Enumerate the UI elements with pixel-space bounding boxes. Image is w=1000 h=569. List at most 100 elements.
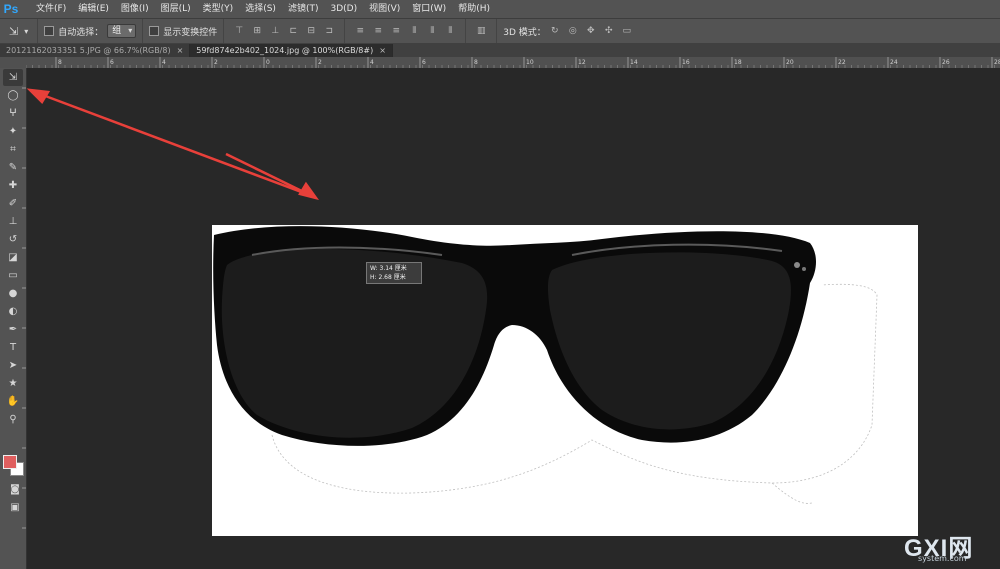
document-tabs: 20121162033351 5.JPG @ 66.7%(RGB/8) × 59… xyxy=(0,43,1000,57)
ruler-label: 2 xyxy=(318,59,322,66)
tool-preset-picker[interactable]: ⇲ ▾ xyxy=(0,19,39,43)
ruler-label: 0 xyxy=(266,59,270,66)
measurement-tooltip: W: 3.14 厘米 H: 2.68 厘米 xyxy=(366,262,422,284)
site-watermark: GXI网 system.com xyxy=(900,528,1000,569)
menu-help[interactable]: 帮助(H) xyxy=(452,0,496,18)
menu-window[interactable]: 窗口(W) xyxy=(406,0,452,18)
auto-select-dropdown[interactable]: 组 xyxy=(107,24,137,38)
menu-image[interactable]: 图像(I) xyxy=(115,0,155,18)
3d-rotate-icon[interactable]: ↻ xyxy=(549,25,561,37)
crop-tool-icon[interactable]: ⌗ xyxy=(3,141,23,158)
ruler-label: 6 xyxy=(110,59,114,66)
distribute-right-icon[interactable]: ⦀ xyxy=(444,25,456,37)
ruler-label: 4 xyxy=(370,59,374,66)
zoom-tool-icon[interactable]: ⚲ xyxy=(3,411,23,428)
3d-slide-icon[interactable]: ✣ xyxy=(603,25,615,37)
marquee-tool-icon[interactable]: ◯ xyxy=(3,87,23,104)
3d-drag-icon[interactable]: ✥ xyxy=(585,25,597,37)
menu-layer[interactable]: 图层(L) xyxy=(155,0,197,18)
gradient-tool-icon[interactable]: ▭ xyxy=(3,267,23,284)
document-canvas[interactable] xyxy=(174,215,918,536)
align-hcenter-icon[interactable]: ⊟ xyxy=(305,25,317,37)
lasso-tool-icon[interactable]: ⵖ xyxy=(3,105,23,122)
eraser-tool-icon[interactable]: ◪ xyxy=(3,249,23,266)
hand-tool-icon[interactable]: ✋ xyxy=(3,393,23,410)
3d-roll-icon[interactable]: ◎ xyxy=(567,25,579,37)
healing-brush-tool-icon[interactable]: ✚ xyxy=(3,177,23,194)
color-swatches[interactable] xyxy=(3,455,25,477)
options-bar: ⇲ ▾ 自动选择： 组 显示变换控件 ⊤ ⊞ ⊥ ⊏ ⊟ ⊐ ≡ ≡ ≡ ⦀ ⦀… xyxy=(0,18,1000,44)
ruler-label: 24 xyxy=(890,59,898,66)
ruler-label: 18 xyxy=(734,59,742,66)
align-bottom-icon[interactable]: ⊥ xyxy=(269,25,281,37)
menu-bar: Ps 文件(F) 编辑(E) 图像(I) 图层(L) 类型(Y) 选择(S) 滤… xyxy=(0,0,1000,18)
brush-tool-icon[interactable]: ✐ xyxy=(3,195,23,212)
ruler-corner[interactable] xyxy=(0,57,26,68)
distribute-top-icon[interactable]: ≡ xyxy=(354,25,366,37)
photoshop-logo: Ps xyxy=(3,2,19,16)
path-selection-tool-icon[interactable]: ➤ xyxy=(3,357,23,374)
move-tool-icon[interactable]: ⇲ xyxy=(3,69,23,86)
clone-stamp-tool-icon[interactable]: ⊥ xyxy=(3,213,23,230)
ruler-label: 14 xyxy=(630,59,638,66)
auto-select-checkbox[interactable] xyxy=(44,26,55,36)
blur-tool-icon[interactable]: ● xyxy=(3,285,23,302)
ruler-label: 8 xyxy=(474,59,478,66)
align-left-icon[interactable]: ⊏ xyxy=(287,25,299,37)
auto-select-label: 自动选择： xyxy=(58,27,104,38)
dodge-tool-icon[interactable]: ◐ xyxy=(3,303,23,320)
ruler-label: 10 xyxy=(526,59,534,66)
ruler-label: 20 xyxy=(786,59,794,66)
tab-document-2[interactable]: 59fd874e2b402_1024.jpg @ 100%(RGB/8#) × xyxy=(190,44,393,57)
measure-height: H: 2.68 厘米 xyxy=(370,274,406,281)
menu-type[interactable]: 类型(Y) xyxy=(197,0,240,18)
shape-tool-icon[interactable]: ★ xyxy=(3,375,23,392)
distribute-left-icon[interactable]: ⦀ xyxy=(408,25,420,37)
ruler-label: 8 xyxy=(58,59,62,66)
distribute-vcenter-icon[interactable]: ≡ xyxy=(372,25,384,37)
quick-mask-icon[interactable]: ◙ xyxy=(5,481,25,498)
eyedropper-tool-icon[interactable]: ✎ xyxy=(3,159,23,176)
show-transform-checkbox[interactable] xyxy=(149,26,160,36)
ruler-label: 4 xyxy=(162,59,166,66)
tab-title: 20121162033351 5.JPG @ 66.7%(RGB/8) xyxy=(6,46,171,55)
menu-select[interactable]: 选择(S) xyxy=(239,0,282,18)
3d-camera-icon[interactable]: ▭ xyxy=(621,25,633,37)
watermark-domain: system.com xyxy=(918,554,967,563)
distribute-hcenter-icon[interactable]: ⦀ xyxy=(426,25,438,37)
3d-mode-label: 3D 模式： xyxy=(503,27,546,38)
ruler-label: 28 xyxy=(994,59,1000,66)
ruler-label: 12 xyxy=(578,59,586,66)
tab-document-1[interactable]: 20121162033351 5.JPG @ 66.7%(RGB/8) × xyxy=(0,44,191,57)
tools-panel: ⇲ ◯ ⵖ ✦ ⌗ ✎ ✚ ✐ ⊥ ↺ ◪ ▭ ● ◐ ✒ T ➤ ★ ✋ ⚲ xyxy=(2,68,24,518)
auto-align-icon[interactable]: ▥ xyxy=(475,25,487,37)
align-top-icon[interactable]: ⊤ xyxy=(233,25,245,37)
ruler-label: 22 xyxy=(838,59,846,66)
menu-filter[interactable]: 滤镜(T) xyxy=(282,0,325,18)
menu-3d[interactable]: 3D(D) xyxy=(324,0,363,18)
menu-edit[interactable]: 编辑(E) xyxy=(72,0,115,18)
distribute-bottom-icon[interactable]: ≡ xyxy=(390,25,402,37)
ruler-label: 16 xyxy=(682,59,690,66)
sunglasses-image xyxy=(174,215,878,504)
close-icon[interactable]: × xyxy=(177,44,184,57)
pen-tool-icon[interactable]: ✒ xyxy=(3,321,23,338)
measure-width: W: 3.14 厘米 xyxy=(370,265,407,272)
ruler-ticks: 8 6 4 2 0 2 4 6 8 10 12 14 16 18 20 22 24 26 28 xyxy=(25,57,1000,68)
history-brush-tool-icon[interactable]: ↺ xyxy=(3,231,23,248)
menu-view[interactable]: 视图(V) xyxy=(363,0,406,18)
align-right-icon[interactable]: ⊐ xyxy=(323,25,335,37)
chevron-down-icon: ▾ xyxy=(24,26,29,36)
ruler-label: 26 xyxy=(942,59,950,66)
menu-file[interactable]: 文件(F) xyxy=(30,0,72,18)
tab-title: 59fd874e2b402_1024.jpg @ 100%(RGB/8#) xyxy=(196,46,374,55)
magic-wand-tool-icon[interactable]: ✦ xyxy=(3,123,23,140)
screen-mode-icon[interactable]: ▣ xyxy=(5,499,25,516)
align-vcenter-icon[interactable]: ⊞ xyxy=(251,25,263,37)
ruler-label: 6 xyxy=(422,59,426,66)
close-icon[interactable]: × xyxy=(379,44,386,57)
type-tool-icon[interactable]: T xyxy=(3,339,23,356)
show-transform-label: 显示变换控件 xyxy=(163,27,218,38)
move-tool-icon: ⇲ xyxy=(9,24,19,38)
foreground-color-swatch[interactable] xyxy=(3,455,17,469)
